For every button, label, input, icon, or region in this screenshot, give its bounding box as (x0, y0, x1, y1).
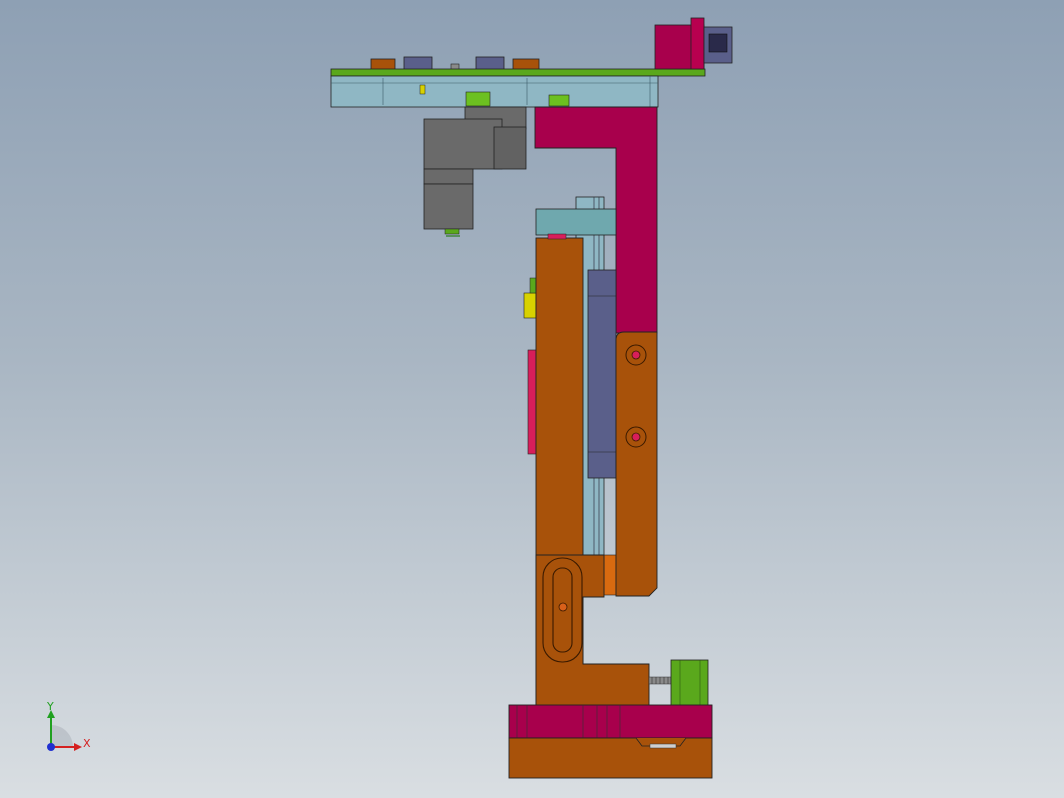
screw-icon (558, 602, 568, 612)
green-bushing-2 (548, 94, 570, 107)
green-bushing-1 (465, 91, 491, 107)
y-axis-label: Y (46, 700, 54, 713)
x-axis-label: X (83, 737, 91, 750)
gripper-cylinder-body[interactable] (423, 106, 527, 237)
top-mounting-plate[interactable] (330, 56, 706, 108)
coordinate-triad: Y X (46, 700, 91, 751)
base-block[interactable] (508, 704, 713, 779)
cad-viewport[interactable]: Y X (0, 0, 1064, 798)
top-block-left (370, 58, 396, 71)
top-block-right (512, 58, 540, 71)
blue-base-plate (330, 75, 659, 108)
green-top-plate (330, 68, 706, 77)
motor-block[interactable] (654, 17, 733, 70)
slide-plate[interactable] (615, 331, 658, 597)
z-axis-dot (47, 743, 55, 751)
motor-end-cap (690, 17, 705, 70)
